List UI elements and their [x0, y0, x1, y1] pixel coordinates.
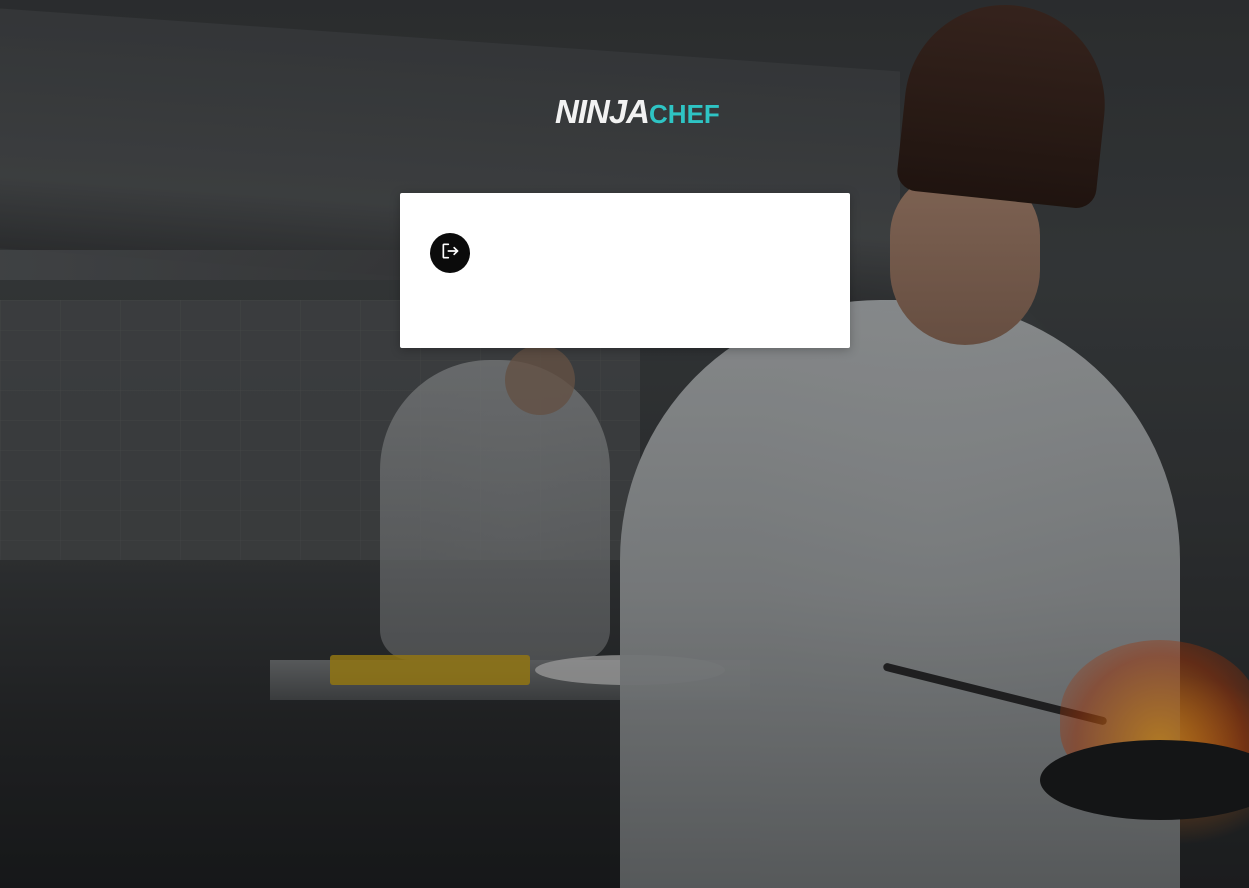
logo-ninja-text: NINJA — [555, 93, 650, 130]
logo-chef-text: CHEF — [649, 99, 720, 129]
auth-card — [400, 193, 850, 348]
logout-icon — [440, 241, 460, 266]
ninjachef-logo: NINJACHEF — [555, 88, 720, 136]
logout-button[interactable] — [430, 233, 470, 273]
login-page: NINJACHEF — [0, 0, 1249, 888]
